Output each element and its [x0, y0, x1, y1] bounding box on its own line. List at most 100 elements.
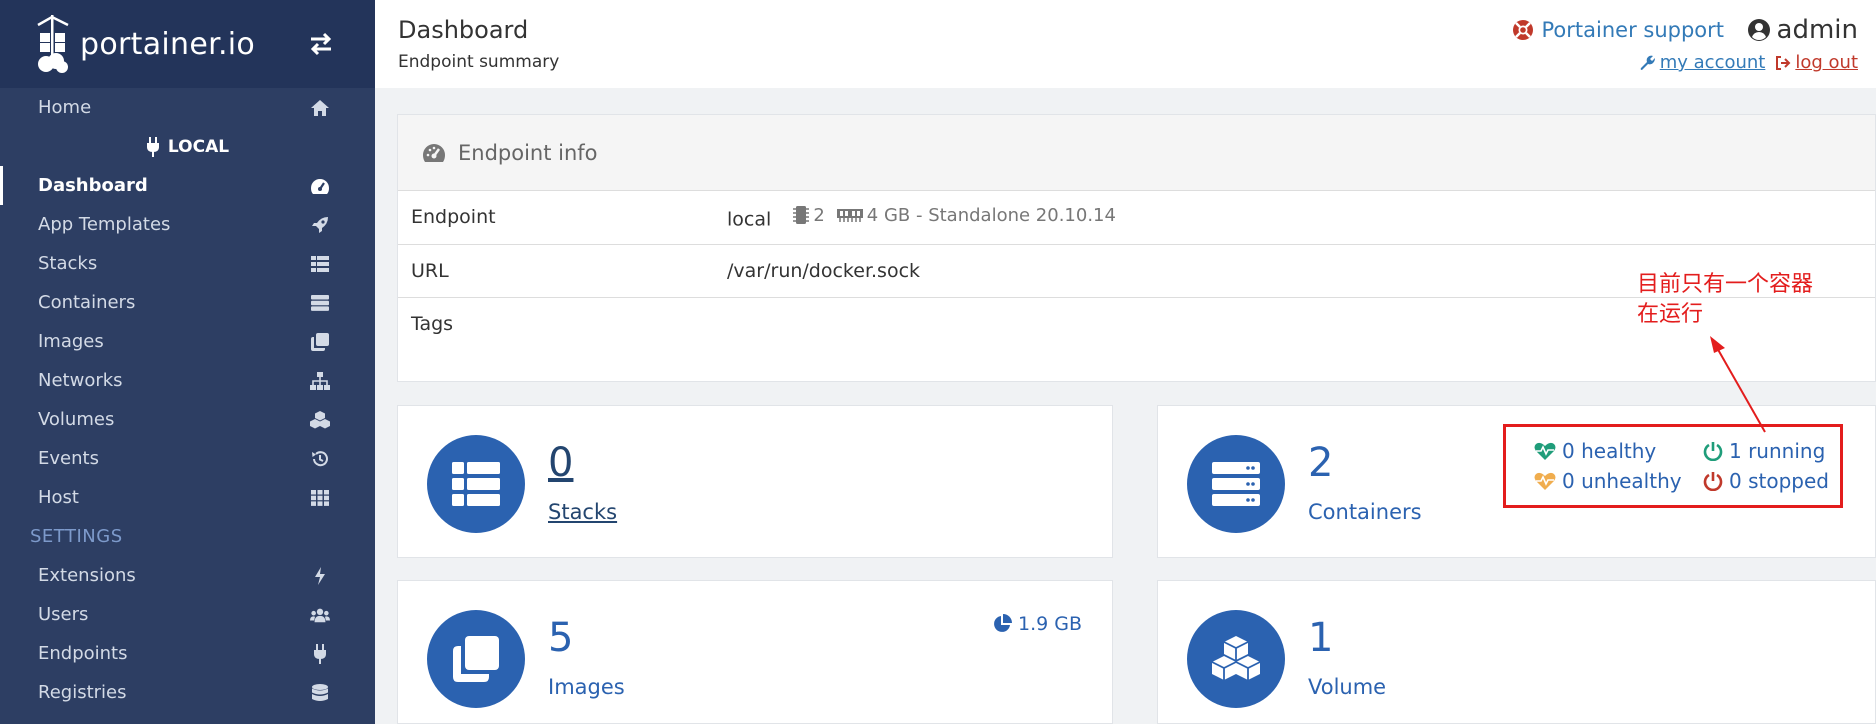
sidebar-item-label: Users — [38, 604, 89, 625]
sidebar-item-app-templates[interactable]: App Templates — [0, 205, 375, 244]
annotation-line-2: 在运行 — [1637, 302, 1704, 327]
sidebar-item-users[interactable]: Users — [0, 595, 375, 634]
bolt-icon — [310, 566, 330, 586]
sidebar: portainer.io Home LOCAL Dashboard App Te… — [0, 0, 375, 724]
container-stats: 0 healthy 0 unhealthy 1 running 0 stoppe… — [1503, 424, 1843, 508]
wrench-icon — [1640, 55, 1655, 70]
server-icon — [1212, 462, 1260, 506]
sidebar-item-stacks[interactable]: Stacks — [0, 244, 375, 283]
sidebar-item-label: Volumes — [38, 409, 115, 430]
sidebar-item-label: Endpoints — [38, 643, 128, 664]
annotation-line-1: 目前只有一个容器 — [1637, 272, 1814, 297]
stacks-label[interactable]: Stacks — [548, 500, 617, 524]
stacks-widget[interactable]: 0 Stacks — [397, 405, 1113, 558]
user-links: my account log out — [1640, 52, 1858, 73]
clone-icon — [310, 332, 330, 352]
volumes-widget[interactable]: 1 Volume — [1157, 580, 1876, 724]
sidebar-item-label: Dashboard — [38, 175, 148, 196]
page-subtitle: Endpoint summary — [398, 52, 560, 72]
sidebar-item-label: Images — [38, 331, 104, 352]
sidebar-item-registries[interactable]: Registries — [0, 673, 375, 712]
microchip-icon — [793, 206, 810, 224]
pie-chart-icon — [994, 614, 1012, 632]
brand-bar: portainer.io — [0, 0, 375, 88]
containers-circle — [1187, 435, 1285, 533]
sidebar-item-home[interactable]: Home — [0, 88, 375, 127]
endpoint-meta: 2 4 GB - Standalone 20.10.14 — [787, 205, 1116, 226]
sidebar-item-label: Registries — [38, 682, 127, 703]
heartbeat-icon — [1534, 472, 1556, 490]
home-icon — [310, 98, 330, 118]
stacks-count[interactable]: 0 — [548, 440, 573, 486]
sidebar-item-dashboard[interactable]: Dashboard — [0, 166, 375, 205]
sidebar-item-networks[interactable]: Networks — [0, 361, 375, 400]
sidebar-item-images[interactable]: Images — [0, 322, 375, 361]
exchange-icon[interactable] — [307, 30, 335, 58]
sidebar-item-label: Containers — [38, 292, 136, 313]
life-ring-icon — [1512, 20, 1533, 40]
stopped-count: 0 stopped — [1729, 469, 1829, 493]
log-out-link[interactable]: log out — [1775, 52, 1858, 73]
th-list-icon — [452, 462, 500, 506]
sidebar-item-extensions[interactable]: Extensions — [0, 556, 375, 595]
endpoint-info-title: Endpoint info — [458, 140, 598, 165]
sidebar-item-endpoints[interactable]: Endpoints — [0, 634, 375, 673]
images-circle — [427, 610, 525, 708]
images-size: 1.9 GB — [992, 613, 1082, 635]
sidebar-item-label: Events — [38, 448, 99, 469]
row-value: local 2 4 GB - Standalone 20.10.14 — [714, 191, 1875, 245]
memory-icon — [836, 209, 863, 222]
sidebar-item-volumes[interactable]: Volumes — [0, 400, 375, 439]
sidebar-item-containers[interactable]: Containers — [0, 283, 375, 322]
cubes-icon — [1211, 636, 1261, 680]
table-row: Endpoint local 2 4 GB - Standalone 20.10… — [398, 191, 1875, 245]
plug-icon — [310, 643, 330, 664]
rocket-icon — [310, 215, 330, 235]
support-link[interactable]: Portainer support — [1512, 18, 1724, 42]
images-widget[interactable]: 5 Images 1.9 GB — [397, 580, 1113, 724]
sidebar-endpoint-name: LOCAL — [0, 127, 375, 166]
sidebar-item-host[interactable]: Host — [0, 478, 375, 517]
page-title: Dashboard — [398, 16, 529, 44]
endpoint-cpu: 2 — [813, 204, 825, 226]
annotation-note: 目前只有一个容器 在运行 — [1637, 270, 1837, 330]
running-count: 1 running — [1729, 439, 1826, 463]
database-icon — [310, 683, 330, 703]
heartbeat-icon — [1534, 442, 1556, 460]
stat-unhealthy: 0 unhealthy — [1534, 469, 1682, 493]
users-icon — [310, 605, 330, 625]
sign-out-icon — [1776, 55, 1791, 70]
th-list-icon — [310, 254, 330, 274]
plug-icon — [146, 136, 159, 157]
sidebar-item-events[interactable]: Events — [0, 439, 375, 478]
sidebar-section-settings: SETTINGS — [30, 526, 123, 547]
power-off-icon — [1703, 472, 1723, 491]
sidebar-item-label: Host — [38, 487, 79, 508]
stat-running: 1 running — [1703, 439, 1825, 463]
sidebar-item-label: Home — [38, 97, 92, 118]
endpoint-label: LOCAL — [167, 136, 230, 157]
sidebar-nav: Home LOCAL Dashboard App Templates Stack… — [0, 88, 375, 712]
stacks-circle — [427, 435, 525, 533]
power-off-icon — [1703, 442, 1723, 461]
containers-count: 2 — [1308, 440, 1334, 486]
sidebar-item-label: Networks — [38, 370, 123, 391]
sidebar-item-label: App Templates — [38, 214, 171, 235]
server-icon — [310, 293, 330, 313]
unhealthy-count: 0 unhealthy — [1562, 469, 1682, 493]
volumes-circle — [1187, 610, 1285, 708]
row-key: Tags — [411, 312, 454, 335]
sidebar-item-label: Stacks — [38, 253, 98, 274]
volumes-label: Volume — [1308, 675, 1387, 699]
images-size-value: 1.9 GB — [1017, 613, 1082, 635]
healthy-count: 0 healthy — [1562, 439, 1657, 463]
endpoint-info-header: Endpoint info — [398, 115, 1875, 191]
sidebar-item-label: Extensions — [38, 565, 136, 586]
my-account-link[interactable]: my account — [1640, 52, 1765, 73]
volumes-count: 1 — [1308, 615, 1334, 661]
portainer-logo[interactable]: portainer.io — [34, 13, 255, 75]
endpoint-memory: 4 GB - Standalone 20.10.14 — [866, 204, 1116, 226]
log-out-label: log out — [1795, 52, 1858, 73]
endpoint-name: local — [727, 208, 772, 230]
page-header: Dashboard Endpoint summary Portainer sup… — [375, 0, 1876, 88]
